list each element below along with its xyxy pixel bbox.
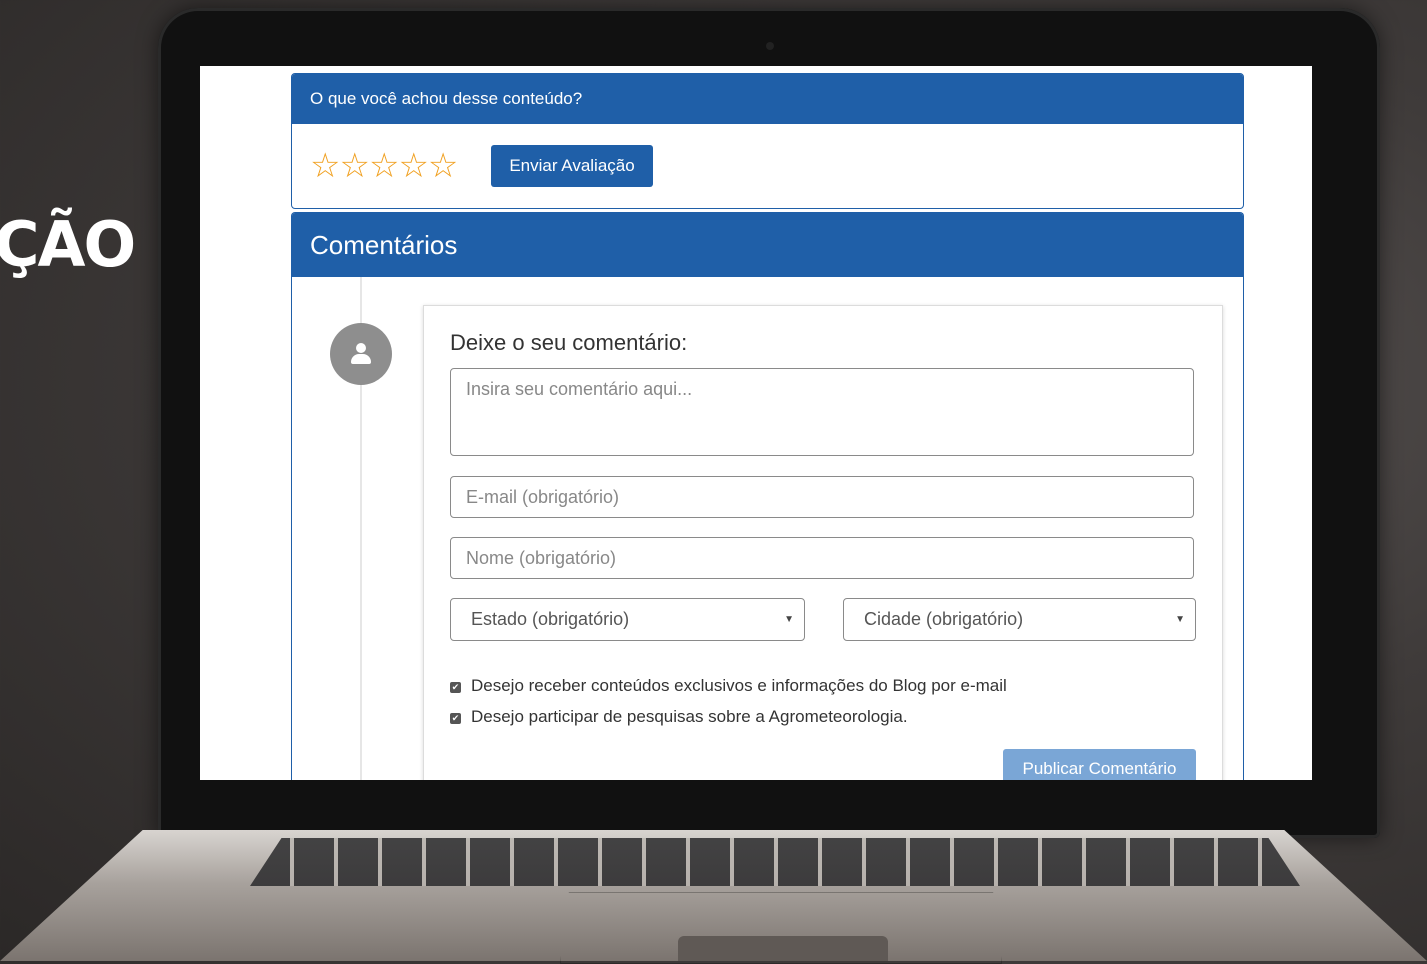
research-checkbox-label: Desejo participar de pesquisas sobre a A… — [471, 707, 908, 726]
research-checkbox[interactable]: ✔ Desejo participar de pesquisas sobre a … — [450, 707, 908, 727]
star-rating-icons[interactable]: ☆☆☆☆☆ — [310, 146, 458, 186]
send-rating-button[interactable]: Enviar Avaliação — [491, 145, 653, 187]
comment-form: Deixe o seu comentário: Insira seu comen… — [423, 305, 1223, 780]
chevron-down-icon: ▼ — [784, 614, 794, 625]
comments-title: Comentários — [292, 213, 1243, 277]
comment-form-title: Deixe o seu comentário: — [450, 330, 688, 355]
checkbox-checked-icon[interactable]: ✔ — [450, 682, 461, 693]
city-select[interactable]: Cidade (obrigatório) ▼ — [843, 598, 1196, 641]
comment-textarea[interactable]: Insira seu comentário aqui... — [450, 368, 1194, 456]
comments-panel: Comentários Deixe o seu comentário: Insi… — [291, 212, 1244, 780]
checkbox-checked-icon[interactable]: ✔ — [450, 713, 461, 724]
newsletter-checkbox[interactable]: ✔ Desejo receber conteúdos exclusivos e i… — [450, 676, 1007, 696]
camera — [766, 42, 774, 50]
rating-question: O que você achou desse conteúdo? — [292, 74, 1243, 124]
user-icon-body — [351, 354, 371, 364]
laptop-hinge — [678, 936, 888, 961]
state-select-value: Estado (obrigatório) — [471, 609, 630, 629]
publish-comment-button[interactable]: Publicar Comentário — [1003, 749, 1196, 780]
name-field[interactable]: Nome (obrigatório) — [450, 537, 1194, 579]
laptop-screen: O que você achou desse conteúdo? ☆☆☆☆☆ E… — [200, 66, 1312, 780]
background-headline: ÇÃO — [0, 208, 136, 281]
rating-panel: O que você achou desse conteúdo? ☆☆☆☆☆ E… — [291, 73, 1244, 209]
state-select[interactable]: Estado (obrigatório) ▼ — [450, 598, 805, 641]
city-select-value: Cidade (obrigatório) — [864, 609, 1024, 629]
avatar — [330, 323, 392, 385]
laptop-keyboard — [250, 838, 1300, 886]
email-field[interactable]: E-mail (obrigatório) — [450, 476, 1194, 518]
chevron-down-icon: ▼ — [1175, 614, 1185, 625]
user-icon-head — [356, 343, 366, 353]
newsletter-checkbox-label: Desejo receber conteúdos exclusivos e in… — [471, 676, 1007, 695]
